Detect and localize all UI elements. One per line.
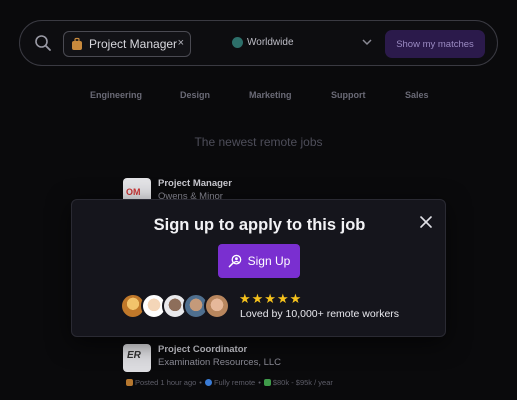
briefcase-icon — [72, 37, 82, 50]
category-design[interactable]: Design — [180, 90, 210, 100]
company-logo-text: ER — [127, 350, 141, 361]
avatar — [204, 293, 230, 319]
category-support[interactable]: Support — [331, 90, 366, 100]
job-posted: Posted 1 hour ago — [135, 378, 197, 387]
signup-button-label: Sign Up — [247, 254, 291, 268]
job-title[interactable]: Project Coordinator — [158, 344, 247, 355]
meta-separator: • — [258, 378, 261, 387]
job-remote: Fully remote — [213, 378, 256, 387]
signup-modal: Sign up to apply to this job Sign Up ★★★… — [71, 199, 446, 337]
search-bar: Project Manager × Worldwide Show my matc… — [19, 20, 498, 66]
job-title[interactable]: Project Manager — [158, 178, 232, 189]
category-sales[interactable]: Sales — [405, 90, 429, 100]
rating-stars-icon: ★★★★★ — [239, 291, 303, 306]
user-search-icon — [228, 254, 241, 267]
meta-separator: • — [199, 378, 202, 387]
clock-icon — [126, 379, 133, 386]
close-icon[interactable] — [419, 215, 433, 229]
search-icon[interactable] — [34, 34, 52, 52]
section-title: The newest remote jobs — [194, 135, 323, 149]
company-logo: ER — [123, 344, 151, 372]
show-matches-button[interactable]: Show my matches — [385, 30, 485, 58]
keyword-chip-label: Project Manager — [89, 37, 178, 51]
location-label: Worldwide — [247, 37, 294, 48]
chevron-down-icon[interactable] — [361, 36, 373, 48]
signup-button[interactable]: Sign Up — [218, 244, 300, 278]
money-icon — [263, 379, 271, 386]
globe-icon — [204, 379, 212, 386]
category-engineering[interactable]: Engineering — [90, 90, 142, 100]
job-meta: Posted 1 hour ago • Fully remote • $80k … — [126, 378, 333, 387]
chip-close-icon[interactable]: × — [178, 37, 184, 49]
category-marketing[interactable]: Marketing — [249, 90, 292, 100]
location-select[interactable]: Worldwide — [232, 37, 294, 48]
social-proof-text: Loved by 10,000+ remote workers — [240, 308, 400, 320]
keyword-chip[interactable]: Project Manager × — [63, 31, 191, 57]
globe-icon — [232, 37, 243, 48]
modal-title: Sign up to apply to this job — [153, 216, 366, 234]
company-logo-text: OM — [126, 187, 141, 197]
job-salary: $80k - $95k / year — [272, 378, 333, 387]
category-nav: Engineering Design Marketing Support Sal… — [0, 90, 517, 106]
job-company: Examination Resources, LLC — [158, 357, 282, 368]
